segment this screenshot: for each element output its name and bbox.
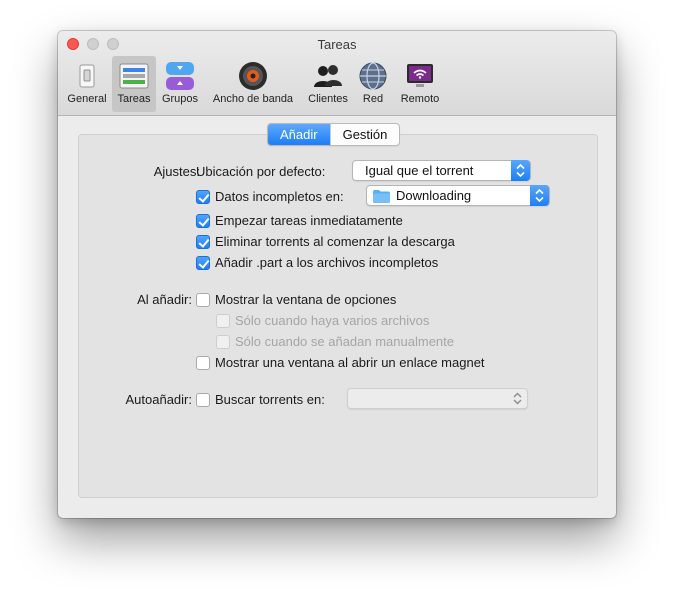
chevron-updown-icon [513, 392, 522, 405]
ajustes-label: Ajustes: [153, 164, 200, 179]
tab-switcher: Añadir Gestión [267, 123, 401, 146]
toolbar-item-grupos[interactable]: Grupos [158, 56, 202, 112]
speedometer-icon [239, 62, 267, 90]
chevron-updown-icon [511, 160, 530, 181]
add-part-checkbox[interactable] [196, 256, 210, 270]
manual-add-label: Sólo cuando se añadan manualmente [235, 334, 454, 349]
chevron-updown-icon [530, 185, 549, 206]
incomplete-data-checkbox[interactable] [196, 190, 210, 204]
show-options-label: Mostrar la ventana de opciones [215, 292, 397, 307]
toolbar-label: General [67, 93, 107, 105]
toolbar-label: Ancho de banda [212, 93, 294, 105]
multiple-files-label: Sólo cuando haya varios archivos [235, 313, 430, 328]
on-add-label: Al añadir: [137, 292, 192, 307]
search-torrents-label: Buscar torrents en: [215, 392, 325, 407]
add-part-label: Añadir .part a los archivos incompletos [215, 255, 439, 270]
toolbar-label: Remoto [400, 93, 440, 105]
toolbar-item-ancho-de-banda[interactable]: Ancho de banda [206, 56, 300, 112]
users-icon [314, 65, 342, 87]
toolbar-label: Red [362, 93, 384, 105]
magnet-window-label: Mostrar una ventana al abrir un enlace m… [215, 355, 485, 370]
window-title: Tareas [317, 37, 357, 52]
remove-torrents-label: Eliminar torrents al comenzar la descarg… [215, 234, 455, 249]
remote-monitor-icon [407, 64, 433, 87]
search-torrents-checkbox[interactable] [196, 393, 210, 407]
incomplete-folder-popup[interactable]: Downloading [366, 185, 550, 206]
tab-gestion[interactable]: Gestión [329, 124, 400, 145]
incomplete-folder-value: Downloading [396, 188, 472, 203]
toolbar-label: Clientes [308, 93, 348, 105]
multiple-files-checkbox[interactable] [216, 314, 230, 328]
search-folder-popup[interactable] [347, 388, 528, 409]
tab-anadir[interactable]: Añadir [268, 124, 330, 145]
globe-icon [359, 62, 387, 90]
manual-add-checkbox[interactable] [216, 335, 230, 349]
show-options-checkbox[interactable] [196, 293, 210, 307]
magnet-window-checkbox[interactable] [196, 356, 210, 370]
toolbar-item-clientes[interactable]: Clientes [303, 56, 353, 112]
folder-icon [373, 190, 390, 203]
start-tasks-checkbox[interactable] [196, 214, 210, 228]
toolbar-item-tareas[interactable]: Tareas [112, 56, 156, 112]
default-location-popup[interactable]: Igual que el torrent [352, 160, 531, 181]
groups-icon [166, 62, 194, 90]
preferences-window: Tareas General Tareas Grupos Ancho de ba… [58, 31, 616, 518]
title-toolbar: Tareas General Tareas Grupos Ancho de ba… [58, 31, 616, 116]
toolbar-label: Tareas [117, 93, 151, 105]
toolbar-item-general[interactable]: General [64, 56, 110, 112]
tasks-list-icon [119, 63, 149, 89]
toolbar-item-red[interactable]: Red [356, 56, 390, 112]
auto-add-label: Autoañadir: [125, 392, 193, 407]
toolbar-item-remoto[interactable]: Remoto [396, 56, 444, 112]
default-location-value: Igual que el torrent [365, 163, 474, 178]
default-location-label: Ubicación por defecto: [196, 164, 326, 179]
toolbar-label: Grupos [161, 93, 199, 105]
remove-torrents-checkbox[interactable] [196, 235, 210, 249]
switch-icon [79, 64, 95, 88]
start-tasks-label: Empezar tareas inmediatamente [215, 213, 403, 228]
incomplete-data-label: Datos incompletos en: [215, 189, 344, 204]
